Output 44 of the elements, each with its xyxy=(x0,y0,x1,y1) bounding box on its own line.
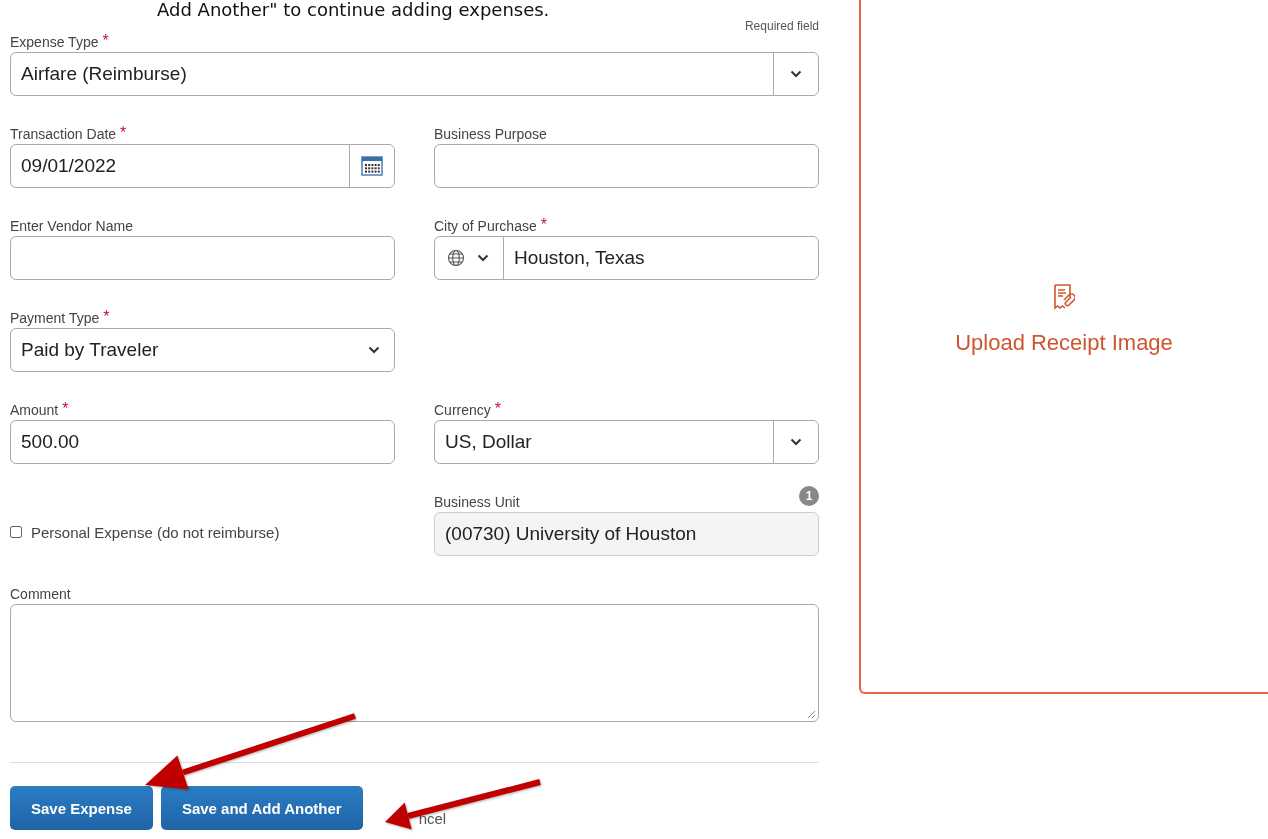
save-button[interactable]: Save and Add Another xyxy=(160,786,363,830)
field-label: Payment Type xyxy=(10,310,100,326)
required-asterisk: * xyxy=(540,218,547,232)
globe-icon xyxy=(447,249,465,267)
field-label: Business Purpose xyxy=(434,126,547,142)
required-asterisk: * xyxy=(120,126,127,140)
checkbox[interactable] xyxy=(10,526,22,538)
field-label: City of Purchase xyxy=(434,218,537,234)
text-input[interactable] xyxy=(10,236,395,280)
date-field[interactable]: 09/01/2022 xyxy=(10,144,395,188)
field-label: Amount xyxy=(10,402,59,418)
required-asterisk: * xyxy=(62,402,69,416)
field-label: Currency xyxy=(434,402,491,418)
field-label: Comment xyxy=(10,586,71,602)
upload-receipt-link[interactable]: Upload Receipt Image xyxy=(955,330,1173,356)
resize-grip-icon xyxy=(807,710,816,719)
city-field[interactable]: Houston, Texas xyxy=(434,236,819,280)
receipt-icon xyxy=(1053,284,1075,310)
text-input[interactable]: 500.00 xyxy=(10,420,395,464)
select-field[interactable]: Paid by Traveler xyxy=(10,328,395,372)
field-label: Transaction Date xyxy=(10,126,117,142)
chevron-down-icon xyxy=(790,70,802,78)
field-label: Business Unit xyxy=(434,494,520,510)
required-field-note: Required field xyxy=(744,19,819,33)
chevron-down-icon xyxy=(368,346,380,354)
comment-textarea[interactable] xyxy=(10,604,819,722)
chevron-down-icon xyxy=(477,254,489,262)
read-only-field: (00730) University of Houston xyxy=(434,512,819,556)
field-label: Expense Type xyxy=(10,34,99,50)
instruction-text: Add Another" to continue adding expenses. xyxy=(157,0,550,20)
cancel-link[interactable]: ncel xyxy=(418,811,447,826)
save-button[interactable]: Save Expense xyxy=(10,786,153,830)
select-field[interactable]: Airfare (Reimburse) xyxy=(10,52,819,96)
select-field[interactable]: US, Dollar xyxy=(434,420,819,464)
required-asterisk: * xyxy=(494,402,502,416)
count-badge: 1 xyxy=(799,486,819,506)
required-asterisk: * xyxy=(103,310,110,324)
checkbox-label: Personal Expense (do not reimburse) xyxy=(31,523,280,541)
text-input[interactable] xyxy=(434,144,819,188)
required-asterisk: * xyxy=(102,34,109,48)
chevron-down-icon xyxy=(790,438,802,446)
receipt-drop-area[interactable]: Upload Receipt Image xyxy=(859,0,1268,694)
field-label: Enter Vendor Name xyxy=(10,218,133,234)
calendar-icon xyxy=(361,156,383,176)
